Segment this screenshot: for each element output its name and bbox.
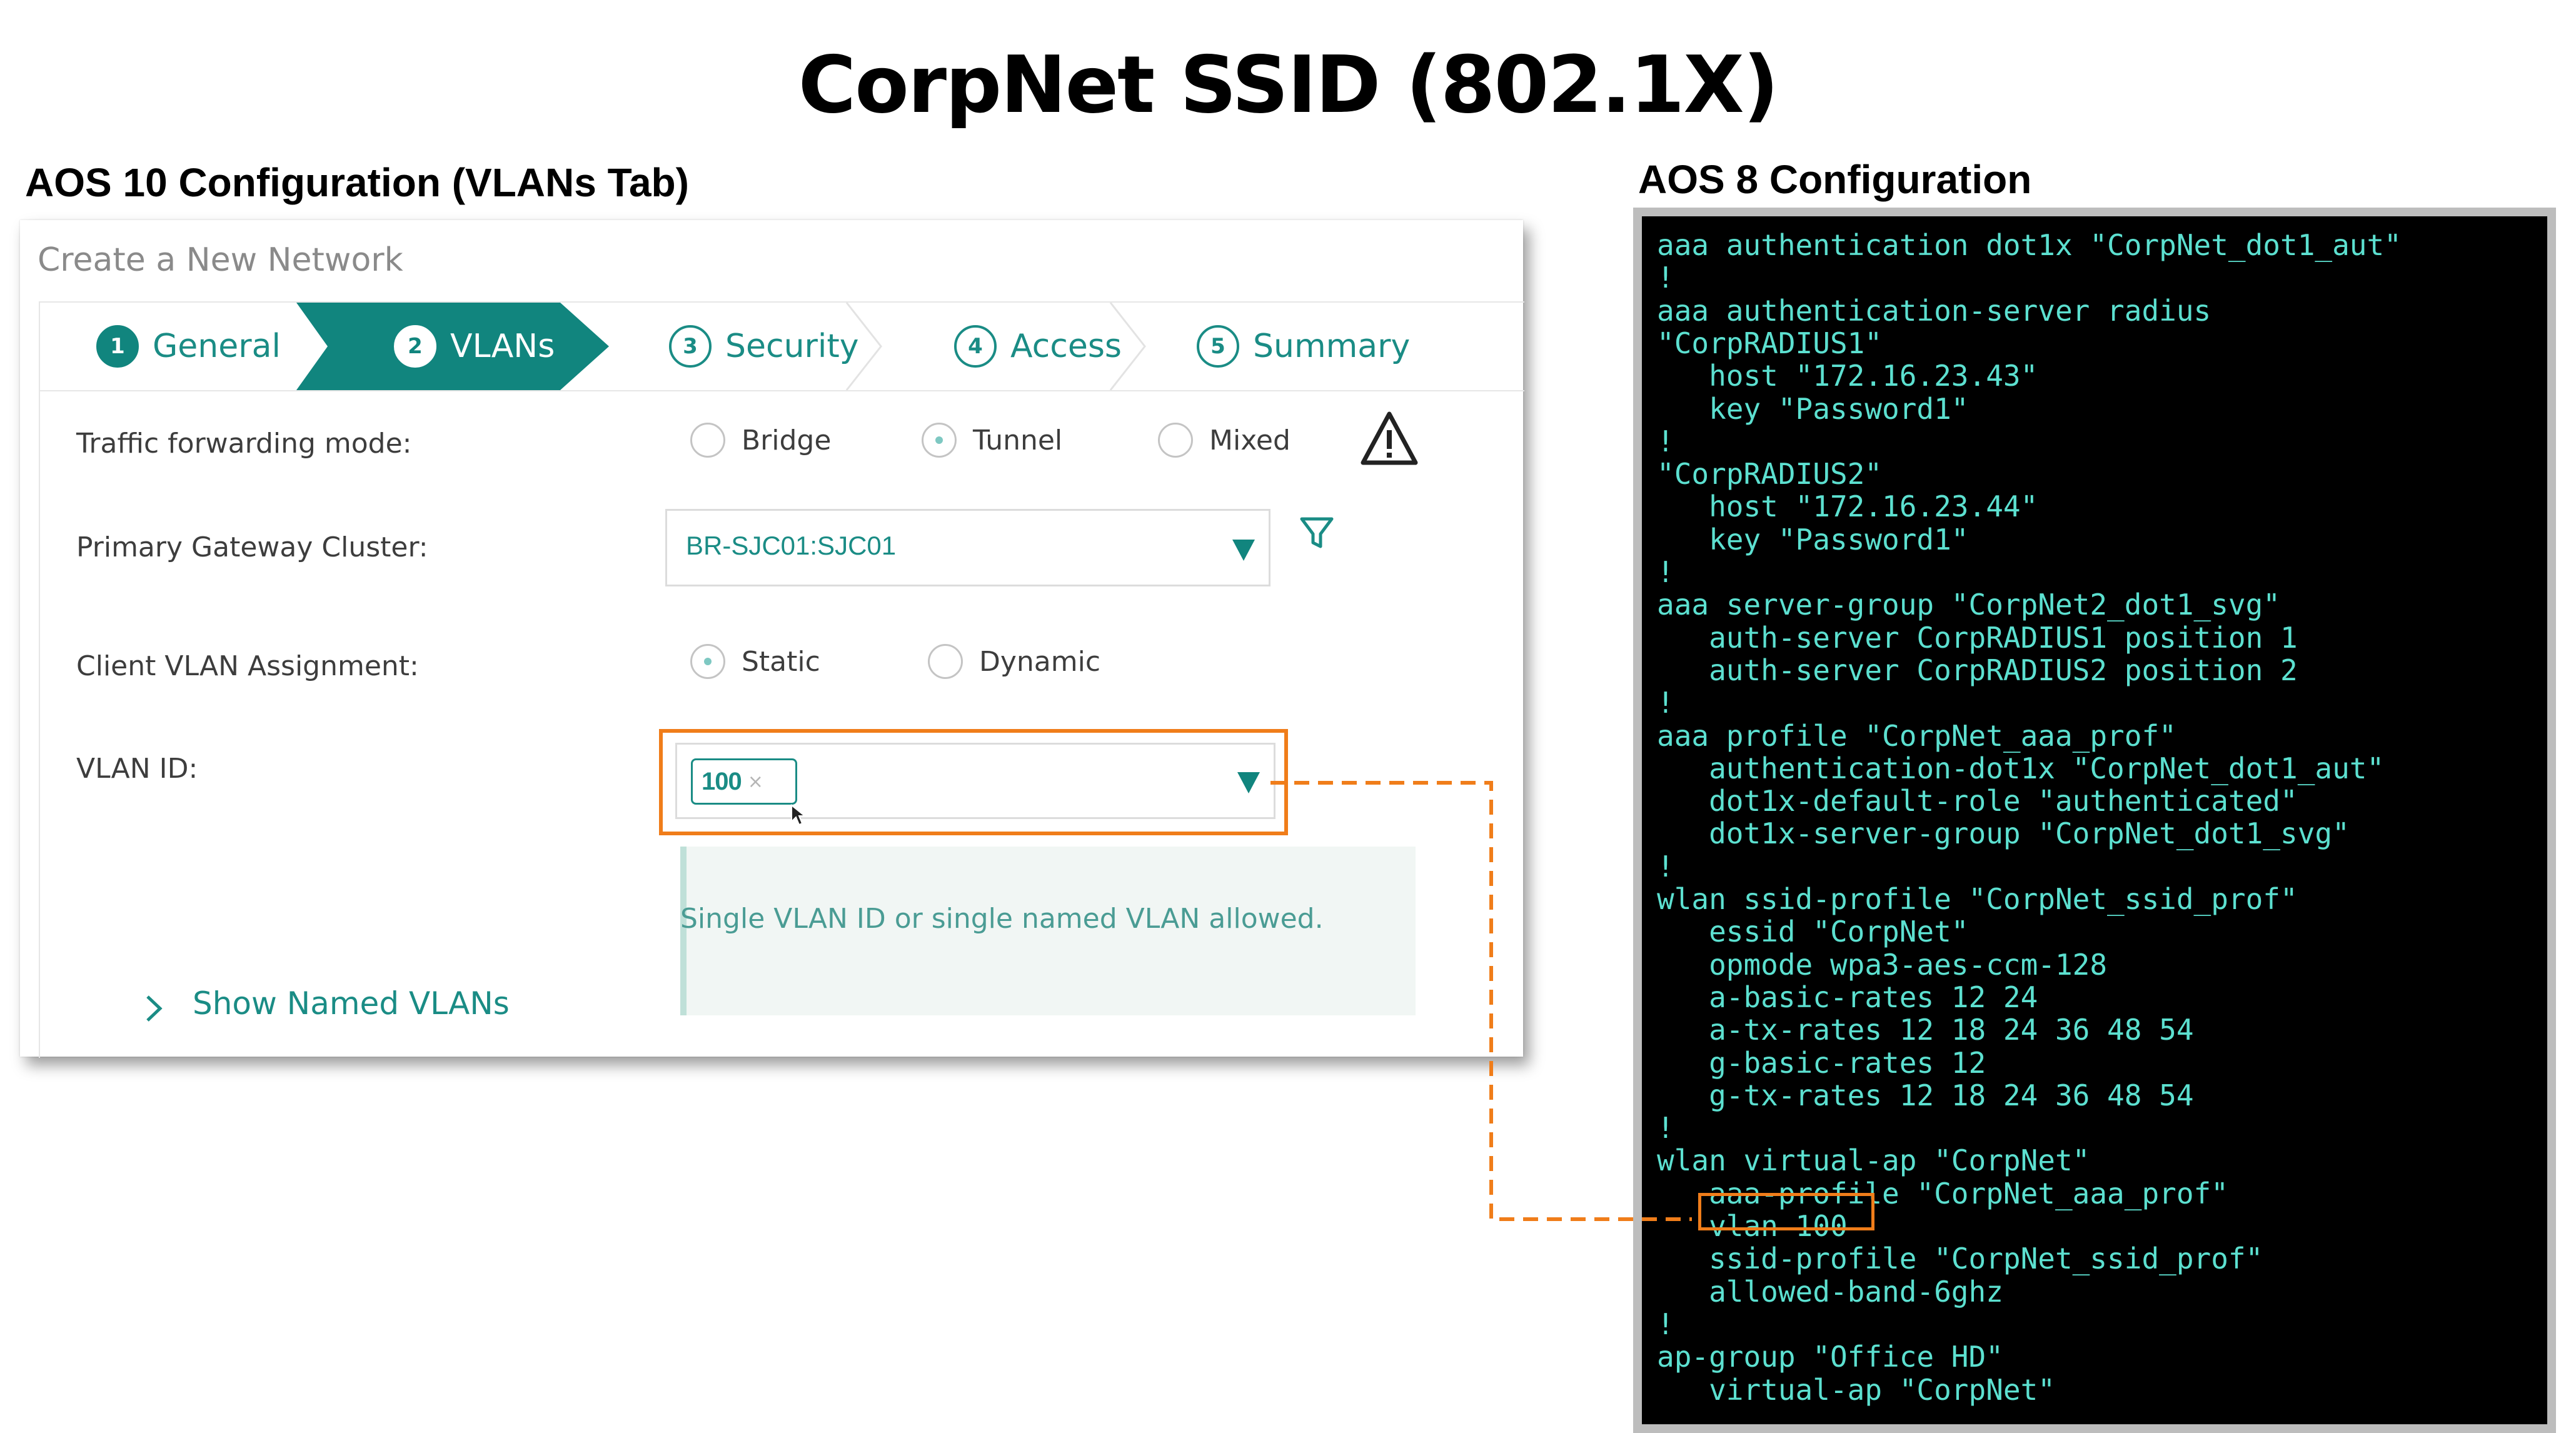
radio-button[interactable] xyxy=(690,423,725,458)
config-line: authentication-dot1x "CorpNet_dot1_aut" xyxy=(1657,751,2385,785)
show-named-vlans-link[interactable]: Show Named VLANs xyxy=(193,985,510,1022)
step-general[interactable]: 1 General xyxy=(96,303,281,390)
radio-label: Static xyxy=(742,645,820,678)
radio-label: Mixed xyxy=(1209,424,1291,456)
step-number: 3 xyxy=(669,325,712,368)
radio-button[interactable] xyxy=(922,423,957,458)
vlan-hint-box: Single VLAN ID or single named VLAN allo… xyxy=(680,847,1416,1015)
vlan-chip[interactable]: 100 × xyxy=(691,758,797,805)
config-line: g-tx-rates 12 18 24 36 48 54 xyxy=(1657,1078,2194,1112)
radio-tunnel[interactable]: Tunnel xyxy=(922,423,1062,458)
config-line: auth-server CorpRADIUS2 position 2 xyxy=(1657,653,2298,687)
step-label: General xyxy=(153,328,281,365)
radio-button[interactable] xyxy=(928,644,963,679)
chevron-right-icon[interactable] xyxy=(143,993,165,1024)
radio-label: Dynamic xyxy=(979,645,1101,678)
config-line: ssid-profile "CorpNet_ssid_prof" xyxy=(1657,1242,2263,1276)
config-line: ! xyxy=(1657,686,1674,720)
cursor-icon xyxy=(791,804,807,826)
step-number: 2 xyxy=(394,325,436,368)
aos8-config-terminal: aaa authentication dot1x "CorpNet_dot1_a… xyxy=(1633,208,2556,1433)
step-security[interactable]: 3 Security xyxy=(669,303,859,390)
vlan-chip-value: 100 xyxy=(702,767,742,795)
config-line: ! xyxy=(1657,424,1674,458)
step-label: Security xyxy=(725,328,859,365)
gateway-cluster-label: Primary Gateway Cluster: xyxy=(76,531,428,563)
config-line: dot1x-default-role "authenticated" xyxy=(1657,784,2298,818)
panel-header: Create a New Network xyxy=(38,241,403,279)
config-line: wlan virtual-ap "CorpNet" xyxy=(1657,1144,2090,1178)
config-line: allowed-band-6ghz xyxy=(1657,1274,2003,1309)
step-label: Access xyxy=(1010,328,1122,365)
left-section-heading: AOS 10 Configuration (VLANs Tab) xyxy=(25,160,689,205)
gateway-cluster-value: BR-SJC01:SJC01 xyxy=(686,531,897,560)
config-line: virtual-ap "CorpNet" xyxy=(1657,1372,2055,1407)
step-summary[interactable]: 5 Summary xyxy=(1197,303,1410,390)
radio-bridge[interactable]: Bridge xyxy=(690,423,831,458)
create-network-panel: Create a New Network 1 General 2 VLANs 3… xyxy=(20,220,1524,1058)
config-line: essid "CorpNet" xyxy=(1657,915,1969,949)
config-line: auth-server CorpRADIUS1 position 1 xyxy=(1657,620,2298,655)
right-section-heading: AOS 8 Configuration xyxy=(1638,157,2032,202)
config-line: ap-group "Office HD" xyxy=(1657,1340,2003,1374)
vlan-line-highlight xyxy=(1698,1193,1874,1230)
step-label: Summary xyxy=(1253,328,1411,365)
config-line: aaa profile "CorpNet_aaa_prof" xyxy=(1657,718,2176,753)
step-vlans[interactable]: 2 VLANs xyxy=(394,303,555,390)
config-line: g-basic-rates 12 xyxy=(1657,1045,1986,1080)
config-line: a-basic-rates 12 24 xyxy=(1657,980,2038,1014)
chip-remove-icon[interactable]: × xyxy=(748,771,763,793)
step-label: VLANs xyxy=(450,328,555,365)
vlan-id-select[interactable]: 100 × xyxy=(675,743,1275,819)
step-access[interactable]: 4 Access xyxy=(954,303,1122,390)
config-line: key "Password1" xyxy=(1657,391,1969,426)
page-title: CorpNet SSID (802.1X) xyxy=(798,39,1779,131)
step-number: 5 xyxy=(1197,325,1239,368)
vlan-id-label: VLAN ID: xyxy=(76,753,198,785)
config-line: "CorpRADIUS1" xyxy=(1657,326,1883,360)
warning-icon xyxy=(1361,411,1418,465)
radio-label: Tunnel xyxy=(973,424,1063,456)
config-line: wlan ssid-profile "CorpNet_ssid_prof" xyxy=(1657,882,2298,916)
config-line: opmode wpa3-aes-ccm-128 xyxy=(1657,947,2108,982)
wizard-body: 1 General 2 VLANs 3 Security 4 Access 5 … xyxy=(39,301,1524,1058)
config-line: ! xyxy=(1657,555,1674,589)
config-line: ! xyxy=(1657,1111,1674,1145)
radio-button[interactable] xyxy=(1158,423,1193,458)
dropdown-caret-icon xyxy=(1232,540,1255,561)
radio-label: Bridge xyxy=(742,424,832,456)
config-line: ! xyxy=(1657,261,1674,295)
config-line: aaa authentication-server radius xyxy=(1657,293,2211,328)
stepper-divider xyxy=(40,390,1524,391)
config-line: ! xyxy=(1657,1307,1674,1341)
config-line: ! xyxy=(1657,849,1674,883)
dropdown-caret-icon xyxy=(1237,772,1260,793)
traffic-forwarding-label: Traffic forwarding mode: xyxy=(76,428,412,460)
config-line: dot1x-server-group "CorpNet_dot1_svg" xyxy=(1657,817,2350,851)
config-line: aaa server-group "CorpNet2_dot1_svg" xyxy=(1657,588,2280,622)
step-number: 1 xyxy=(96,325,139,368)
config-line: key "Password1" xyxy=(1657,522,1969,556)
config-line: "CorpRADIUS2" xyxy=(1657,457,1883,491)
config-line: host "172.16.23.44" xyxy=(1657,490,2038,524)
gateway-cluster-select[interactable]: BR-SJC01:SJC01 xyxy=(665,509,1270,586)
radio-dynamic[interactable]: Dynamic xyxy=(928,644,1100,679)
config-line: aaa authentication dot1x "CorpNet_dot1_a… xyxy=(1657,228,2402,262)
radio-mixed[interactable]: Mixed xyxy=(1158,423,1291,458)
vlan-hint-text: Single VLAN ID or single named VLAN allo… xyxy=(680,903,1324,935)
step-number: 4 xyxy=(954,325,997,368)
client-vlan-assignment-label: Client VLAN Assignment: xyxy=(76,650,419,682)
config-line: host "172.16.23.43" xyxy=(1657,359,2038,393)
config-line: a-tx-rates 12 18 24 36 48 54 xyxy=(1657,1013,2194,1047)
radio-button[interactable] xyxy=(690,644,725,679)
radio-static[interactable]: Static xyxy=(690,644,820,679)
filter-icon[interactable] xyxy=(1298,514,1336,551)
